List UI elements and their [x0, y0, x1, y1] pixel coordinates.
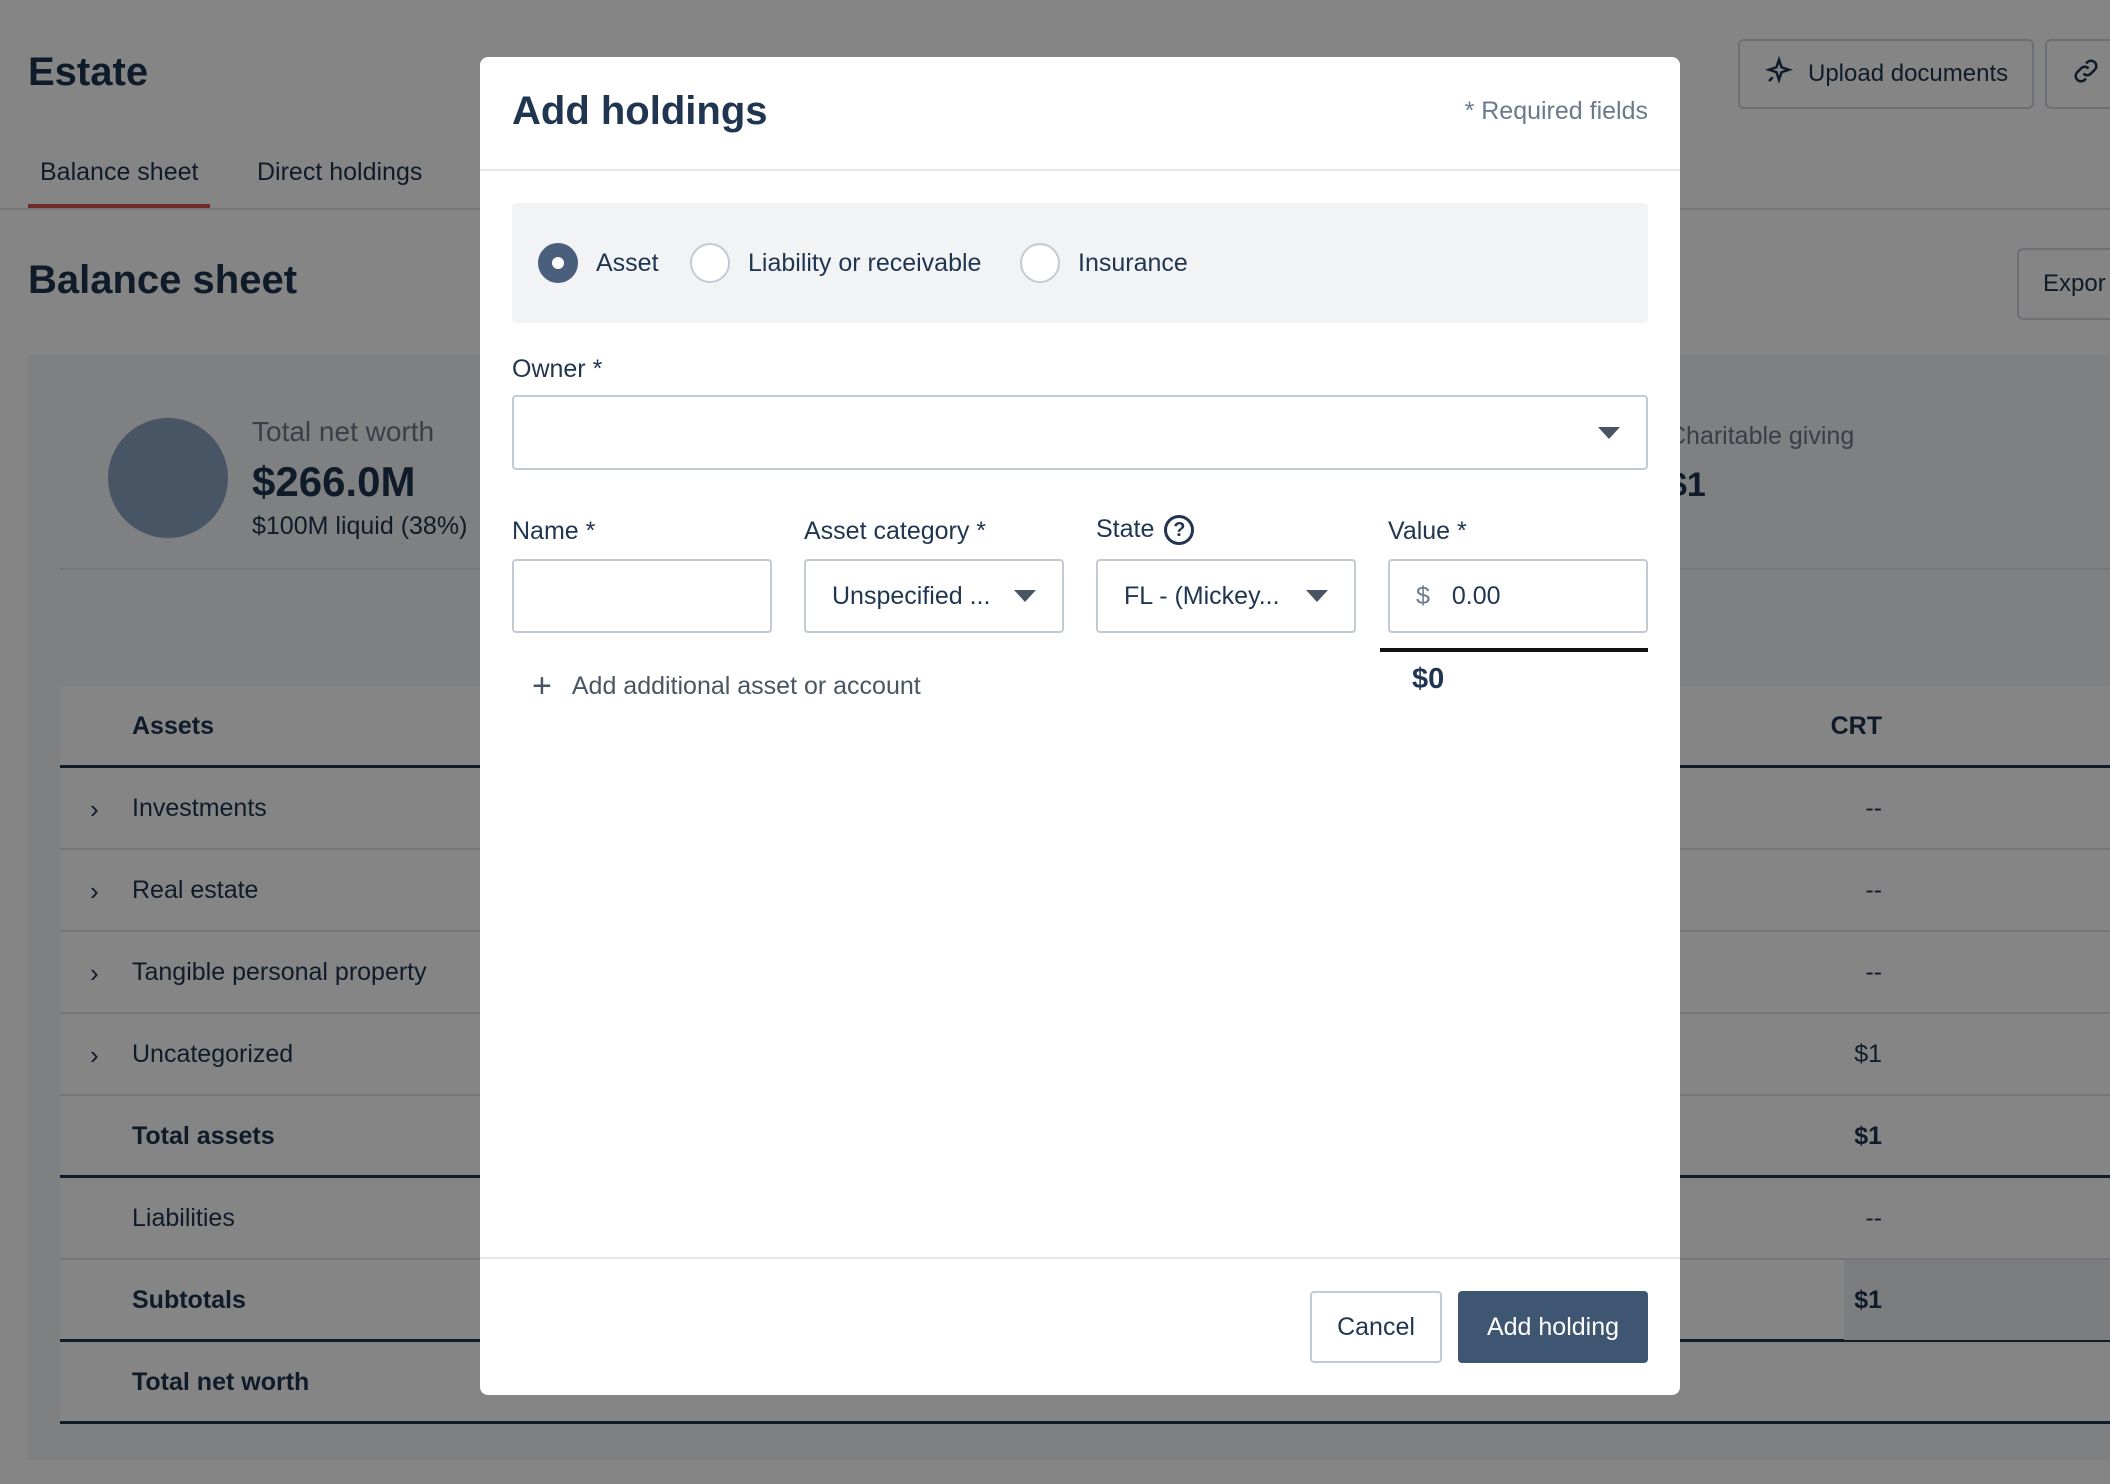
currency-symbol: $ [1416, 581, 1430, 610]
cancel-button[interactable]: Cancel [1310, 1291, 1442, 1363]
required-fields-note: * Required fields [1464, 97, 1648, 125]
name-input[interactable] [512, 559, 772, 633]
asset-category-label: Asset category * [804, 517, 987, 545]
holding-type-radio-group: Asset Liability or receivable Insurance [512, 203, 1648, 323]
name-label: Name * [512, 517, 596, 545]
help-icon[interactable]: ? [1164, 515, 1195, 546]
radio-asset[interactable]: Asset [538, 243, 659, 283]
owner-label: Owner * [512, 355, 603, 383]
chevron-down-icon [1306, 590, 1328, 602]
radio-button[interactable] [690, 243, 730, 283]
asset-category-value: Unspecified ... [832, 581, 991, 610]
state-label: State [1096, 515, 1155, 543]
value-label: Value * [1388, 517, 1467, 545]
add-additional-label: Add additional asset or account [571, 671, 921, 700]
state-select[interactable]: FL - (Mickey... [1096, 559, 1356, 633]
radio-button[interactable] [1020, 243, 1060, 283]
modal-title: Add holdings [512, 89, 768, 133]
radio-button[interactable] [538, 243, 578, 283]
radio-label: Insurance [1078, 248, 1188, 277]
plus-icon: + [532, 667, 552, 705]
value-amount: 0.00 [1451, 581, 1501, 610]
modal-footer: Cancel Add holding [480, 1257, 1680, 1395]
radio-liability-or-receivable[interactable]: Liability or receivable [690, 243, 981, 283]
add-holdings-modal: Add holdings * Required fields Asset Lia… [480, 57, 1680, 1395]
modal-header: Add holdings * Required fields [480, 57, 1680, 171]
asset-category-select[interactable]: Unspecified ... [804, 559, 1064, 633]
total-value: $0 [1412, 663, 1445, 695]
value-input[interactable]: $ 0.00 [1388, 559, 1648, 633]
owner-select[interactable] [512, 395, 1648, 470]
state-label-group: State? [1096, 515, 1195, 546]
radio-label: Liability or receivable [748, 248, 982, 277]
total-divider [1380, 648, 1648, 652]
add-additional-asset-button[interactable]: + Add additional asset or account [532, 669, 921, 703]
add-holding-button[interactable]: Add holding [1458, 1291, 1648, 1363]
chevron-down-icon [1598, 426, 1620, 439]
state-value: FL - (Mickey... [1124, 581, 1280, 610]
chevron-down-icon [1014, 590, 1036, 602]
radio-insurance[interactable]: Insurance [1020, 243, 1188, 283]
radio-label: Asset [596, 248, 659, 277]
